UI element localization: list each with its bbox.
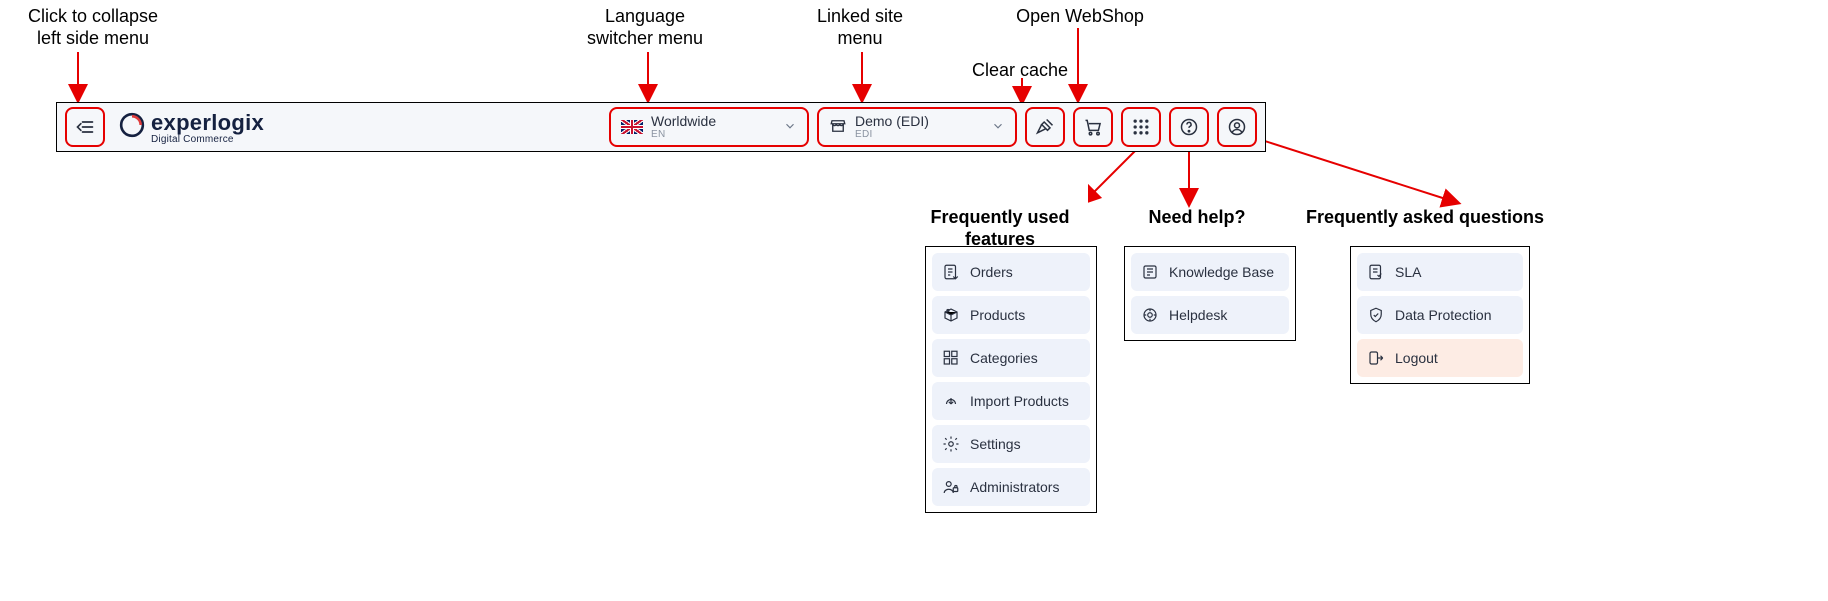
dp-icon [1367,306,1385,324]
broom-icon [1035,117,1055,137]
language-switcher[interactable]: Worldwide EN [609,107,809,147]
apps-grid-button[interactable] [1121,107,1161,147]
faq-item-label: SLA [1395,264,1421,280]
arrow [66,52,96,102]
freq-item-admins[interactable]: Administrators [932,468,1090,506]
faq-item-logout[interactable]: Logout [1357,339,1523,377]
chevron-down-icon [783,119,797,136]
annot-language: Languageswitcher menu [575,6,715,49]
freq-item-orders[interactable]: Orders [932,253,1090,291]
sla-icon [1367,263,1385,281]
logo-mark-icon [119,112,145,143]
cart-icon [1083,117,1103,137]
help-icon [1179,117,1199,137]
freq-item-label: Administrators [970,479,1059,495]
help-item-kb[interactable]: Knowledge Base [1131,253,1289,291]
chevron-down-icon [991,119,1005,136]
faq-item-label: Data Protection [1395,307,1492,323]
annot-collapse: Click to collapseleft side menu [8,6,178,49]
freq-item-settings[interactable]: Settings [932,425,1090,463]
panel-frequently-used: Orders Products Categories Import Products S… [925,246,1097,513]
faq-item-label: Logout [1395,350,1438,366]
settings-icon [942,435,960,453]
panel-faq: SLA Data Protection Logout [1350,246,1530,384]
uk-flag-icon [621,120,643,134]
collapse-menu-button[interactable] [65,107,105,147]
faq-item-dp[interactable]: Data Protection [1357,296,1523,334]
annot-open-webshop: Open WebShop [1000,6,1160,28]
freq-item-import[interactable]: Import Products [932,382,1090,420]
brand-logo: experlogix Digital Commerce [119,110,264,145]
user-icon [1227,117,1247,137]
linked-site-switcher[interactable]: Demo (EDI) EDI [817,107,1017,147]
arrow [1246,135,1466,213]
freq-item-label: Orders [970,264,1013,280]
categories-icon [942,349,960,367]
clear-cache-button[interactable] [1025,107,1065,147]
language-label: Worldwide [651,114,716,129]
app-header: experlogix Digital Commerce Worldwide EN… [56,102,1266,152]
help-item-label: Knowledge Base [1169,264,1274,280]
site-code: EDI [855,129,929,140]
freq-item-label: Categories [970,350,1038,366]
admins-icon [942,478,960,496]
freq-item-categories[interactable]: Categories [932,339,1090,377]
arrow [1010,78,1040,104]
panel-need-help: Knowledge Base Helpdesk [1124,246,1296,341]
freq-item-label: Products [970,307,1025,323]
arrow [636,52,666,102]
annot-freq-features: Frequently used features [895,207,1105,250]
annot-linked-site: Linked sitemenu [800,6,920,49]
collapse-icon [75,117,95,137]
arrow [1177,150,1207,208]
store-icon [829,117,847,138]
open-webshop-button[interactable] [1073,107,1113,147]
arrow [1088,150,1148,208]
annot-need-help: Need help? [1137,207,1257,229]
arrow [850,52,880,102]
annot-clear-cache: Clear cache [960,60,1080,82]
freq-item-products[interactable]: Products [932,296,1090,334]
language-code: EN [651,129,716,140]
orders-icon [942,263,960,281]
help-button[interactable] [1169,107,1209,147]
kb-icon [1141,263,1159,281]
helpdesk-icon [1141,306,1159,324]
grid-icon [1131,117,1151,137]
user-menu-button[interactable] [1217,107,1257,147]
products-icon [942,306,960,324]
freq-item-label: Import Products [970,393,1069,409]
logout-icon [1367,349,1385,367]
annot-faq: Frequently asked questions [1300,207,1550,229]
help-item-helpdesk[interactable]: Helpdesk [1131,296,1289,334]
import-icon [942,392,960,410]
site-label: Demo (EDI) [855,114,929,129]
help-item-label: Helpdesk [1169,307,1227,323]
freq-item-label: Settings [970,436,1021,452]
brand-name: experlogix [151,110,264,136]
faq-item-sla[interactable]: SLA [1357,253,1523,291]
